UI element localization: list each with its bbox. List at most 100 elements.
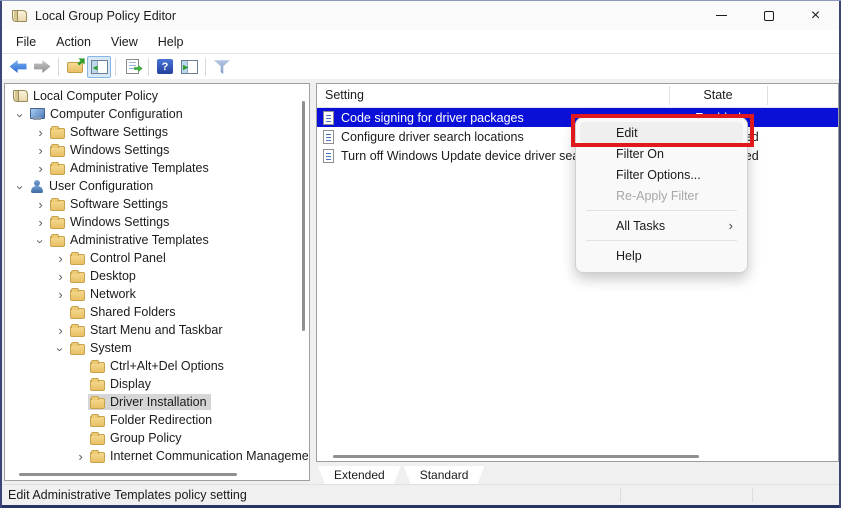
tree-item-network[interactable]: › Network xyxy=(53,285,299,303)
policy-setting-icon xyxy=(323,129,334,144)
context-menu-item-help[interactable]: Help xyxy=(580,245,743,266)
tree-item-internet-communication-management[interactable]: › Internet Communication Management xyxy=(73,447,309,465)
chevron-right-icon[interactable]: › xyxy=(33,126,48,139)
tree-item-label: Internet Communication Management xyxy=(110,449,310,463)
policy-setting-icon xyxy=(323,110,334,125)
chevron-down-icon[interactable]: › xyxy=(33,234,48,249)
minimize-button[interactable] xyxy=(698,1,745,30)
list-horizontal-scrollbar[interactable] xyxy=(333,455,699,458)
menu-help[interactable]: Help xyxy=(150,33,192,51)
tree-item-label: Ctrl+Alt+Del Options xyxy=(110,359,224,373)
chevron-right-icon[interactable]: › xyxy=(73,450,88,463)
tree-item-label: Start Menu and Taskbar xyxy=(90,323,223,337)
tree-item-start-menu-and-taskbar[interactable]: › Start Menu and Taskbar xyxy=(53,321,299,339)
chevron-down-icon[interactable]: › xyxy=(13,108,28,123)
tree-item-windows-settings[interactable]: › Windows Settings xyxy=(33,213,299,231)
chevron-right-icon[interactable]: › xyxy=(33,162,48,175)
tree-item-software-settings[interactable]: › Software Settings xyxy=(33,123,299,141)
close-icon: × xyxy=(810,6,821,24)
column-divider[interactable] xyxy=(669,86,670,105)
forward-icon xyxy=(33,60,51,73)
tree-item-system[interactable]: › System xyxy=(53,339,299,357)
forward-button[interactable] xyxy=(30,56,54,78)
tree-item-windows-settings[interactable]: › Windows Settings xyxy=(33,141,299,159)
tree-item-group-policy[interactable]: Group Policy xyxy=(73,429,299,447)
maximize-icon xyxy=(763,10,774,21)
console-tree-toggle-button[interactable] xyxy=(87,55,111,78)
tree-item-label: Shared Folders xyxy=(90,305,176,319)
up-one-level-folder-icon xyxy=(66,60,84,73)
maximize-button[interactable] xyxy=(745,1,792,30)
annotation-highlight-box xyxy=(571,114,754,147)
tree-vertical-scrollbar[interactable] xyxy=(302,101,305,331)
status-bar: Edit Administrative Templates policy set… xyxy=(2,484,839,505)
chevron-right-icon[interactable]: › xyxy=(33,144,48,157)
menu-separator xyxy=(586,210,737,211)
action-pane-toggle-button[interactable] xyxy=(177,56,201,78)
tree-horizontal-scrollbar[interactable] xyxy=(19,473,237,476)
folder-icon xyxy=(90,431,105,445)
chevron-right-icon[interactable]: › xyxy=(33,216,48,229)
chevron-down-icon[interactable]: › xyxy=(53,342,68,357)
close-button[interactable]: × xyxy=(792,1,839,30)
tree-item-desktop[interactable]: › Desktop xyxy=(53,267,299,285)
toolbar: ? xyxy=(2,53,839,79)
folder-icon xyxy=(90,359,105,373)
menu-action[interactable]: Action xyxy=(48,33,99,51)
tree-item-display[interactable]: Display xyxy=(73,375,299,393)
title-bar: Local Group Policy Editor × xyxy=(2,1,839,30)
folder-icon xyxy=(50,143,65,157)
export-list-button[interactable] xyxy=(120,56,144,78)
tree-item-label: Software Settings xyxy=(70,197,168,211)
tab-extended[interactable]: Extended xyxy=(318,466,401,484)
tree-item-control-panel[interactable]: › Control Panel xyxy=(53,249,299,267)
folder-icon xyxy=(50,125,65,139)
context-menu-item-all-tasks[interactable]: All Tasks › xyxy=(580,215,743,236)
user-icon xyxy=(30,179,44,193)
export-list-icon xyxy=(125,59,139,74)
chevron-right-icon[interactable]: › xyxy=(53,270,68,283)
view-tabs: Extended Standard xyxy=(318,466,484,484)
back-button[interactable] xyxy=(6,56,30,78)
scroll-icon xyxy=(13,90,28,102)
context-menu-item-filter-options-[interactable]: Filter Options... xyxy=(580,164,743,185)
back-icon xyxy=(9,60,27,73)
column-header-setting[interactable]: Setting xyxy=(325,88,364,102)
folder-icon xyxy=(70,287,85,301)
chevron-right-icon[interactable]: › xyxy=(53,288,68,301)
menu-view[interactable]: View xyxy=(103,33,146,51)
tree-item-driver-installation[interactable]: Driver Installation xyxy=(73,393,299,411)
tree-item-administrative-templates[interactable]: › Administrative Templates xyxy=(33,231,299,249)
tree-item-label: Group Policy xyxy=(110,431,182,445)
menu-file[interactable]: File xyxy=(8,33,44,51)
folder-icon xyxy=(90,449,105,463)
help-button[interactable]: ? xyxy=(153,56,177,78)
tab-standard[interactable]: Standard xyxy=(404,466,485,484)
tree-item-computer-configuration[interactable]: › Computer Configuration xyxy=(13,105,299,123)
column-header-state[interactable]: State xyxy=(669,88,767,102)
tree-item-folder-redirection[interactable]: Folder Redirection xyxy=(73,411,299,429)
chevron-right-icon[interactable]: › xyxy=(33,198,48,211)
filter-button[interactable] xyxy=(210,56,234,78)
tree-item-software-settings[interactable]: › Software Settings xyxy=(33,195,299,213)
chevron-down-icon[interactable]: › xyxy=(13,180,28,195)
tree-item-shared-folders[interactable]: Shared Folders xyxy=(53,303,299,321)
policy-setting-icon xyxy=(323,148,334,163)
tree-item-label: Driver Installation xyxy=(110,395,207,409)
tree-item-label: Network xyxy=(90,287,136,301)
chevron-right-icon[interactable]: › xyxy=(53,324,68,337)
computer-icon xyxy=(30,107,45,121)
tree-item-ctrl-alt-del-options[interactable]: Ctrl+Alt+Del Options xyxy=(73,357,299,375)
status-bar-divider xyxy=(752,488,753,502)
tree-item-administrative-templates[interactable]: › Administrative Templates xyxy=(33,159,299,177)
tree-item-label: Local Computer Policy xyxy=(33,89,159,103)
tree-item-user-configuration[interactable]: › User Configuration xyxy=(13,177,299,195)
tree-item-label: User Configuration xyxy=(49,179,154,193)
folder-icon xyxy=(70,341,85,355)
chevron-right-icon[interactable]: › xyxy=(53,252,68,265)
folder-icon xyxy=(70,269,85,283)
tree-item-local-computer-policy[interactable]: Local Computer Policy xyxy=(11,87,299,105)
tree-item-label: Folder Redirection xyxy=(110,413,213,427)
column-divider[interactable] xyxy=(767,86,768,105)
up-one-level-button[interactable] xyxy=(63,56,87,78)
